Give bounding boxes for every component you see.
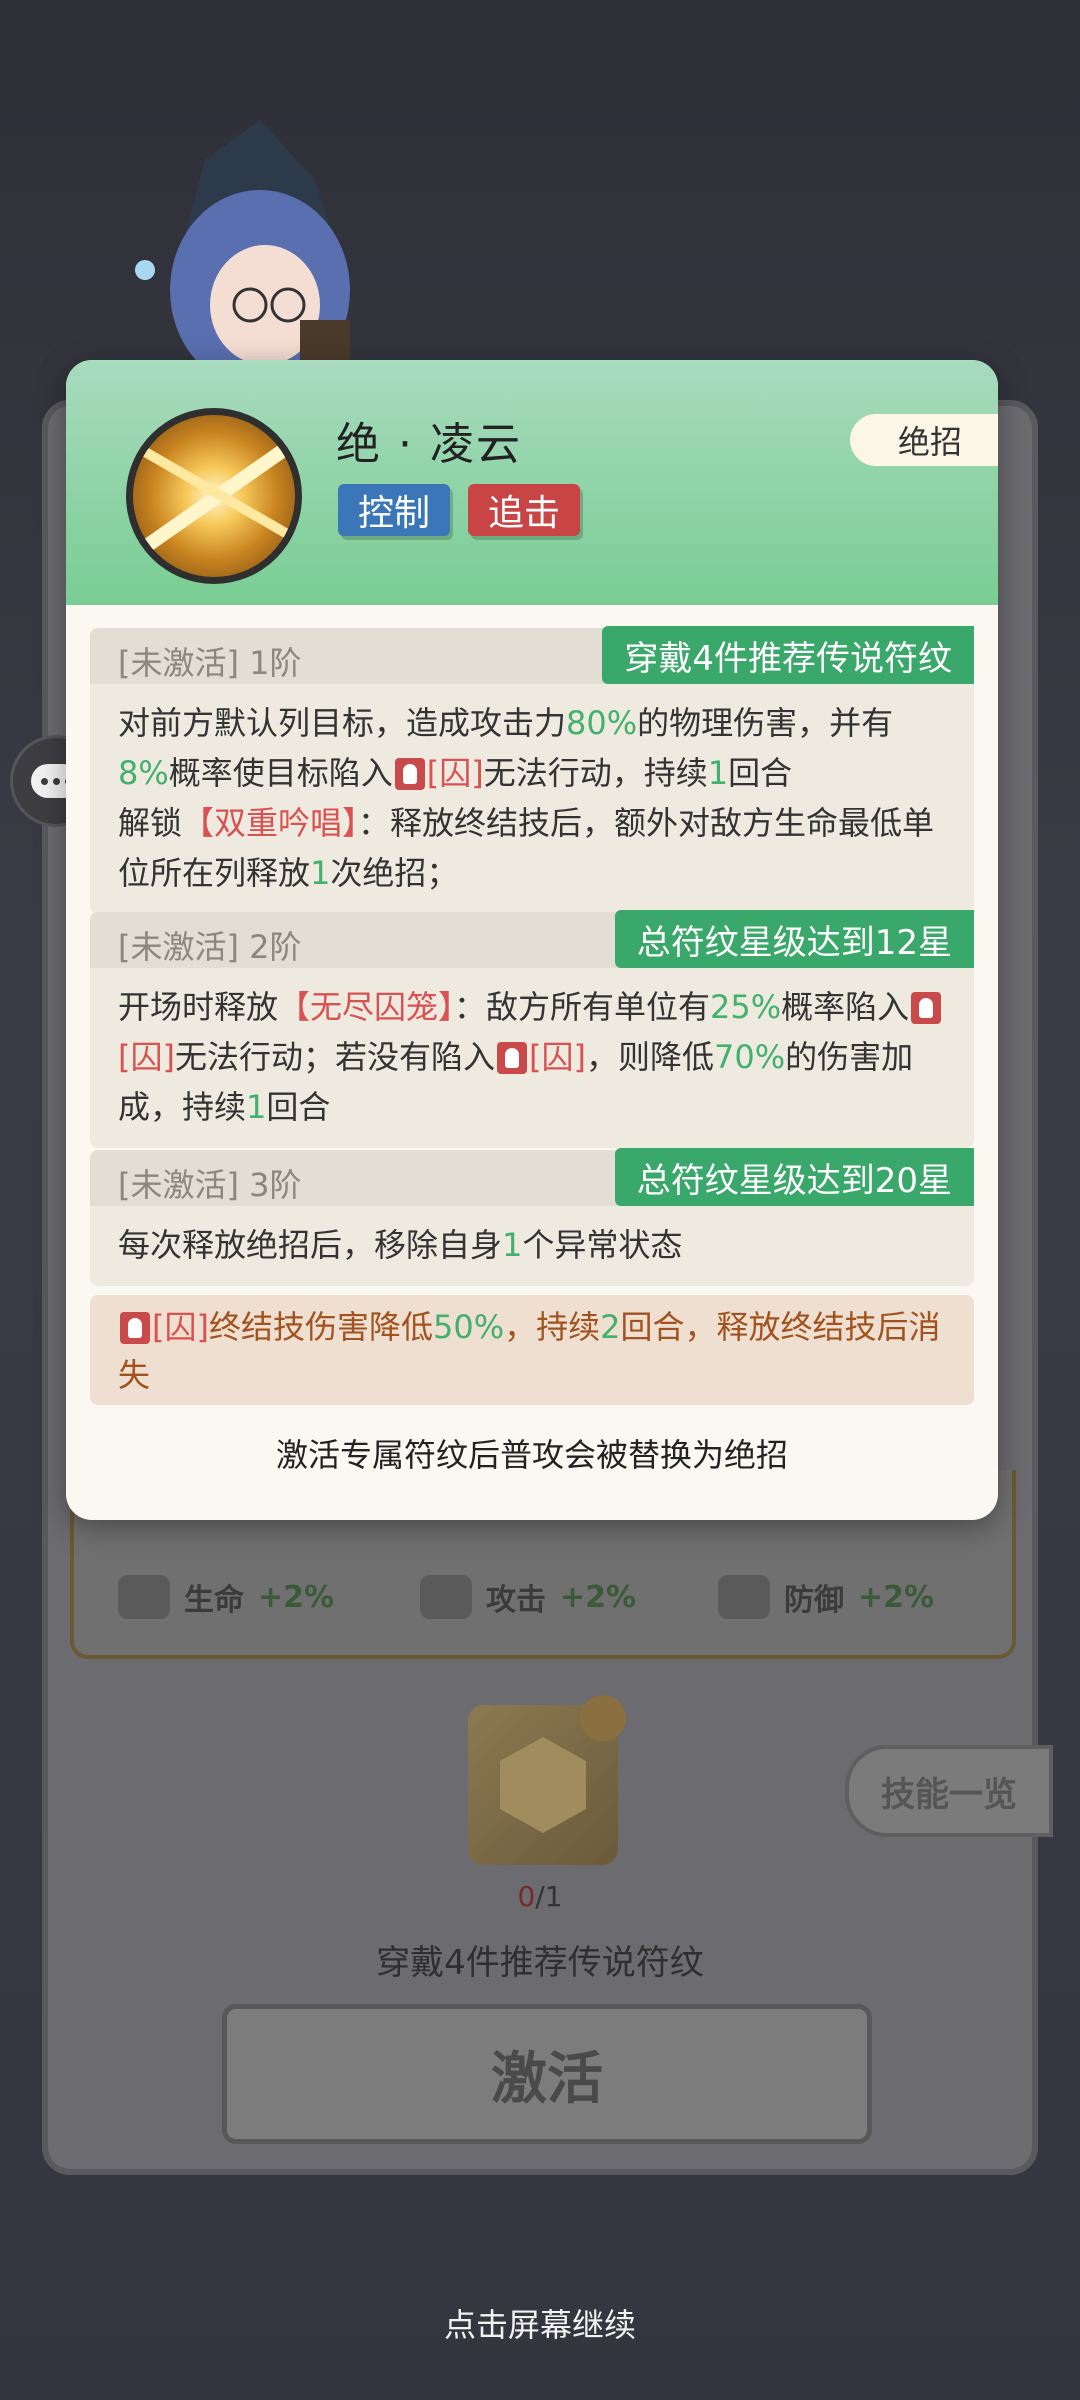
prison-icon (120, 1312, 150, 1344)
stat-attack: 攻击 +2% (420, 1575, 636, 1619)
tier-header: [未激活] 3阶 总符纹星级达到20星 (90, 1148, 974, 1206)
seal-tag: [囚] (393, 754, 484, 792)
shield-icon (718, 1575, 770, 1619)
seal-tag: [囚] (118, 1308, 209, 1346)
stat-value: +2% (258, 1579, 335, 1615)
rune-icon (500, 1737, 586, 1833)
prison-icon (911, 992, 942, 1024)
stat-value: +2% (560, 1579, 637, 1615)
skill-icon (126, 408, 302, 584)
prison-icon (497, 1042, 527, 1074)
skill-list-button[interactable]: 技能一览 (845, 1745, 1053, 1837)
skill-name: 绝 · 凌云 (336, 419, 522, 470)
ultimate-badge: 绝招 (850, 414, 998, 466)
tier-description: 开场时释放【无尽囚笼】：敌方所有单位有25%概率陷入[囚]无法行动；若没有陷入[… (90, 968, 974, 1148)
rune-requirement: 穿戴4件推荐传说符纹 (376, 1943, 704, 1983)
tier-requirement: 总符纹星级达到20星 (614, 1148, 974, 1206)
stat-label: 攻击 (486, 1583, 546, 1618)
rune-total: /1 (535, 1880, 563, 1913)
stat-label: 防御 (784, 1583, 844, 1618)
sword-icon (420, 1575, 472, 1619)
status-notice: [囚]终结技伤害降低50%，持续2回合，释放终结技后消失 (90, 1295, 974, 1405)
stat-value: +2% (858, 1579, 935, 1615)
tier-header: [未激活] 1阶 穿戴4件推荐传说符纹 (90, 626, 974, 684)
tier-state: [未激活] 2阶 (118, 928, 302, 966)
tier-header: [未激活] 2阶 总符纹星级达到12星 (90, 910, 974, 968)
tier-1: [未激活] 1阶 穿戴4件推荐传说符纹 对前方默认列目标，造成攻击力80%的物理… (90, 626, 974, 914)
stat-defense: 防御 +2% (718, 1575, 934, 1619)
tier-state: [未激活] 1阶 (118, 644, 302, 682)
tier-description: 每次释放绝招后，移除自身1个异常状态 (118, 1226, 683, 1264)
rune-have: 0 (517, 1880, 536, 1913)
tier-state: [未激活] 3阶 (118, 1166, 302, 1204)
stat-label: 生命 (184, 1583, 244, 1618)
character-portrait (135, 120, 350, 380)
tag-chase: 追击 (468, 484, 581, 536)
tap-to-continue[interactable]: 点击屏幕继续 (0, 2300, 1080, 2346)
tag-control: 控制 (338, 484, 451, 536)
skill-detail-popup: 绝 · 凌云 控制 追击 绝招 [未激活] 1阶 穿戴4件推荐传说符纹 对前方默… (66, 360, 998, 1520)
tier-description: 对前方默认列目标，造成攻击力80%的物理伤害，并有 8%概率使目标陷入 [囚]无法行… (118, 704, 935, 892)
popup-footer-text: 激活专属符纹后普攻会被替换为绝招 (275, 1436, 788, 1474)
stat-hp: 生命 +2% (118, 1575, 334, 1619)
seal-tag: [囚] (495, 1038, 586, 1076)
heart-icon (118, 1575, 170, 1619)
tier-requirement: 总符纹星级达到12星 (614, 910, 974, 968)
activate-button[interactable]: 激活 (222, 2004, 872, 2144)
tier-requirement: 穿戴4件推荐传说符纹 (602, 626, 974, 684)
prison-icon (394, 758, 425, 790)
tier-2: [未激活] 2阶 总符纹星级达到12星 开场时释放【无尽囚笼】：敌方所有单位有2… (90, 910, 974, 1148)
rune-count: 0/1 (0, 1880, 1080, 1913)
rune-rarity-badge-icon (580, 1695, 626, 1741)
popup-header: 绝 · 凌云 控制 追击 绝招 (66, 360, 998, 605)
tier-3: [未激活] 3阶 总符纹星级达到20星 每次释放绝招后，移除自身1个异常状态 (90, 1148, 974, 1286)
